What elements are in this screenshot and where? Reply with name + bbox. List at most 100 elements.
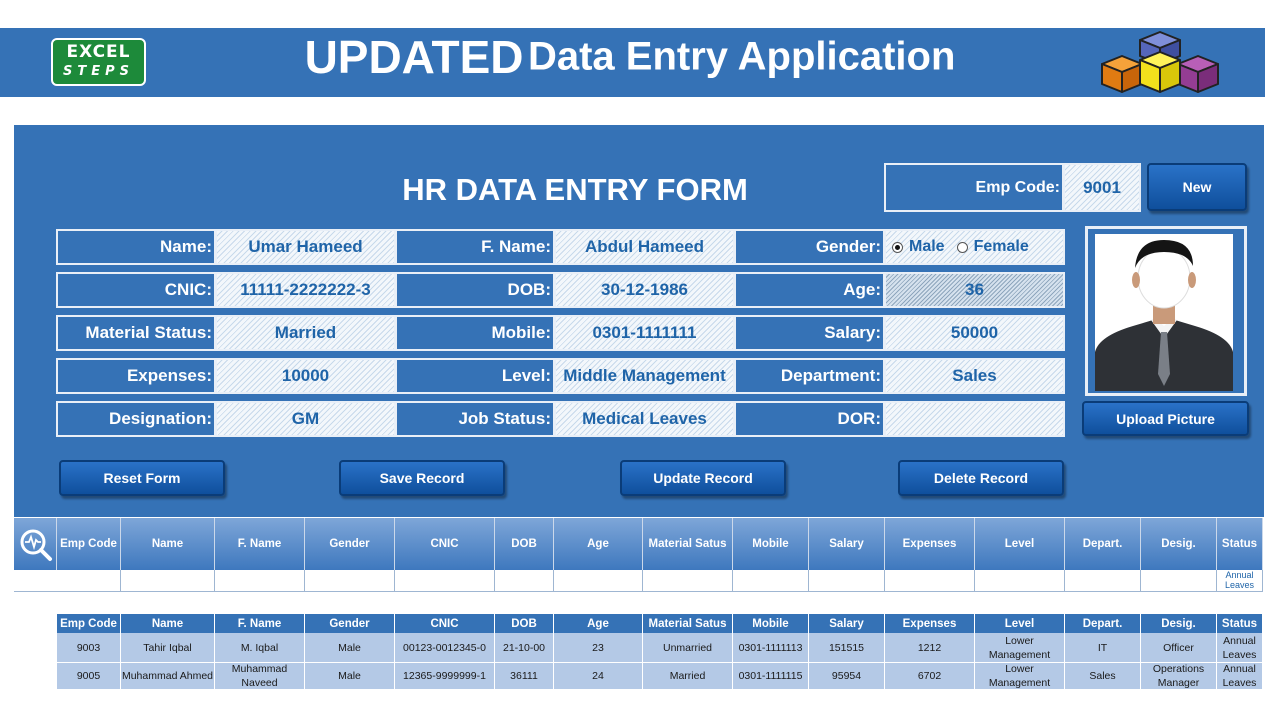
table-cell: 6702: [885, 663, 975, 690]
search-col-header: Mobile: [733, 518, 809, 570]
data-col-header: Mobile: [733, 614, 809, 633]
search-cell[interactable]: [733, 570, 809, 592]
name-label: Name:: [56, 229, 216, 265]
search-cell[interactable]: [554, 570, 643, 592]
cubes-icon: [1101, 31, 1219, 93]
table-cell: Muhammad Naveed: [215, 663, 305, 690]
search-cell[interactable]: [643, 570, 733, 592]
reset-form-button[interactable]: Reset Form: [59, 460, 225, 496]
data-col-header: Expenses: [885, 614, 975, 633]
search-cell[interactable]: [495, 570, 554, 592]
table-cell: M. Iqbal: [215, 633, 305, 663]
search-cell[interactable]: [215, 570, 305, 592]
job-status-field[interactable]: Medical Leaves: [554, 401, 735, 437]
table-cell: 95954: [809, 663, 885, 690]
data-col-header: Name: [121, 614, 215, 633]
search-col-header: Desig.: [1141, 518, 1217, 570]
search-icon[interactable]: [17, 526, 53, 562]
employee-photo: [1095, 234, 1233, 391]
table-cell: 12365-9999999-1: [395, 663, 495, 690]
table-cell: 00123-0012345-0: [395, 633, 495, 663]
mobile-label: Mobile:: [395, 315, 555, 351]
age-field: 36: [884, 272, 1065, 308]
save-record-button[interactable]: Save Record: [339, 460, 505, 496]
update-record-button[interactable]: Update Record: [620, 460, 786, 496]
table-cell: Lower Management: [975, 633, 1065, 663]
table-cell: 0301-1111113: [733, 633, 809, 663]
search-col-header: CNIC: [395, 518, 495, 570]
table-cell: 1212: [885, 633, 975, 663]
data-col-header: Depart.: [1065, 614, 1141, 633]
table-cell: Male: [305, 663, 395, 690]
emp-code-field[interactable]: 9001: [1063, 163, 1141, 212]
department-field[interactable]: Sales: [884, 358, 1065, 394]
app-root: EXCEL STEPS UPDATED Data Entry Applicati…: [0, 0, 1280, 720]
search-cell[interactable]: [885, 570, 975, 592]
name-field[interactable]: Umar Hameed: [215, 229, 396, 265]
table-cell: Tahir Iqbal: [121, 633, 215, 663]
app-title-big: UPDATED: [304, 31, 524, 83]
search-icon-cell[interactable]: [14, 518, 57, 570]
department-label: Department:: [734, 358, 885, 394]
table-cell: Operations Manager: [1141, 663, 1217, 690]
delete-record-button[interactable]: Delete Record: [898, 460, 1064, 496]
cnic-label: CNIC:: [56, 272, 216, 308]
data-col-header: Status: [1217, 614, 1263, 633]
search-cell[interactable]: [809, 570, 885, 592]
search-cell[interactable]: [305, 570, 395, 592]
expenses-field[interactable]: 10000: [215, 358, 396, 394]
search-cell[interactable]: [1141, 570, 1217, 592]
search-col-header: DOB: [495, 518, 554, 570]
male-radio-label[interactable]: Male: [909, 238, 945, 256]
table-cell: 9003: [57, 633, 121, 663]
male-radio[interactable]: [892, 241, 903, 253]
table-cell: 9005: [57, 663, 121, 690]
form-title: HR DATA ENTRY FORM: [402, 172, 748, 207]
search-cell[interactable]: [57, 570, 121, 592]
search-row-spacer: [14, 570, 57, 592]
female-radio[interactable]: [956, 241, 968, 253]
designation-field[interactable]: GM: [215, 401, 396, 437]
search-col-header: Gender: [305, 518, 395, 570]
cnic-field[interactable]: 11111-2222222-3: [215, 272, 396, 308]
search-col-header: Emp Code: [57, 518, 121, 570]
mobile-field[interactable]: 0301-1111111: [554, 315, 735, 351]
marital-status-field[interactable]: Married: [215, 315, 396, 351]
table-cell: Unmarried: [643, 633, 733, 663]
expenses-label: Expenses:: [56, 358, 216, 394]
search-cell[interactable]: Annual Leaves: [1217, 570, 1263, 592]
search-col-header: Age: [554, 518, 643, 570]
app-title: UPDATED Data Entry Application: [230, 30, 1030, 94]
dob-field[interactable]: 30-12-1986: [554, 272, 735, 308]
data-col-header: Gender: [305, 614, 395, 633]
salary-field[interactable]: 50000: [884, 315, 1065, 351]
table-cell: 0301-1111115: [733, 663, 809, 690]
designation-label: Designation:: [56, 401, 216, 437]
data-col-header: Emp Code: [57, 614, 121, 633]
female-radio-label[interactable]: Female: [974, 238, 1029, 256]
gender-field: Male Female: [884, 229, 1065, 265]
fname-field[interactable]: Abdul Hameed: [554, 229, 735, 265]
upload-picture-button[interactable]: Upload Picture: [1082, 401, 1249, 436]
level-field[interactable]: Middle Management: [554, 358, 735, 394]
search-col-header: Level: [975, 518, 1065, 570]
dor-field[interactable]: [884, 401, 1065, 437]
search-col-header: Material Satus: [643, 518, 733, 570]
table-cell: Lower Management: [975, 663, 1065, 690]
data-col-header: Level: [975, 614, 1065, 633]
table-cell: Married: [643, 663, 733, 690]
search-cell[interactable]: [1065, 570, 1141, 592]
data-col-header: DOB: [495, 614, 554, 633]
new-button[interactable]: New: [1147, 163, 1247, 211]
search-col-header: F. Name: [215, 518, 305, 570]
employee-photo-image: [1095, 234, 1233, 391]
table-cell: Sales: [1065, 663, 1141, 690]
data-col-header: Desig.: [1141, 614, 1217, 633]
excel-steps-logo: EXCEL STEPS: [51, 38, 146, 86]
fname-label: F. Name:: [395, 229, 555, 265]
data-col-header: Salary: [809, 614, 885, 633]
search-cell[interactable]: [121, 570, 215, 592]
search-cell[interactable]: [975, 570, 1065, 592]
search-cell[interactable]: [395, 570, 495, 592]
table-cell: 151515: [809, 633, 885, 663]
